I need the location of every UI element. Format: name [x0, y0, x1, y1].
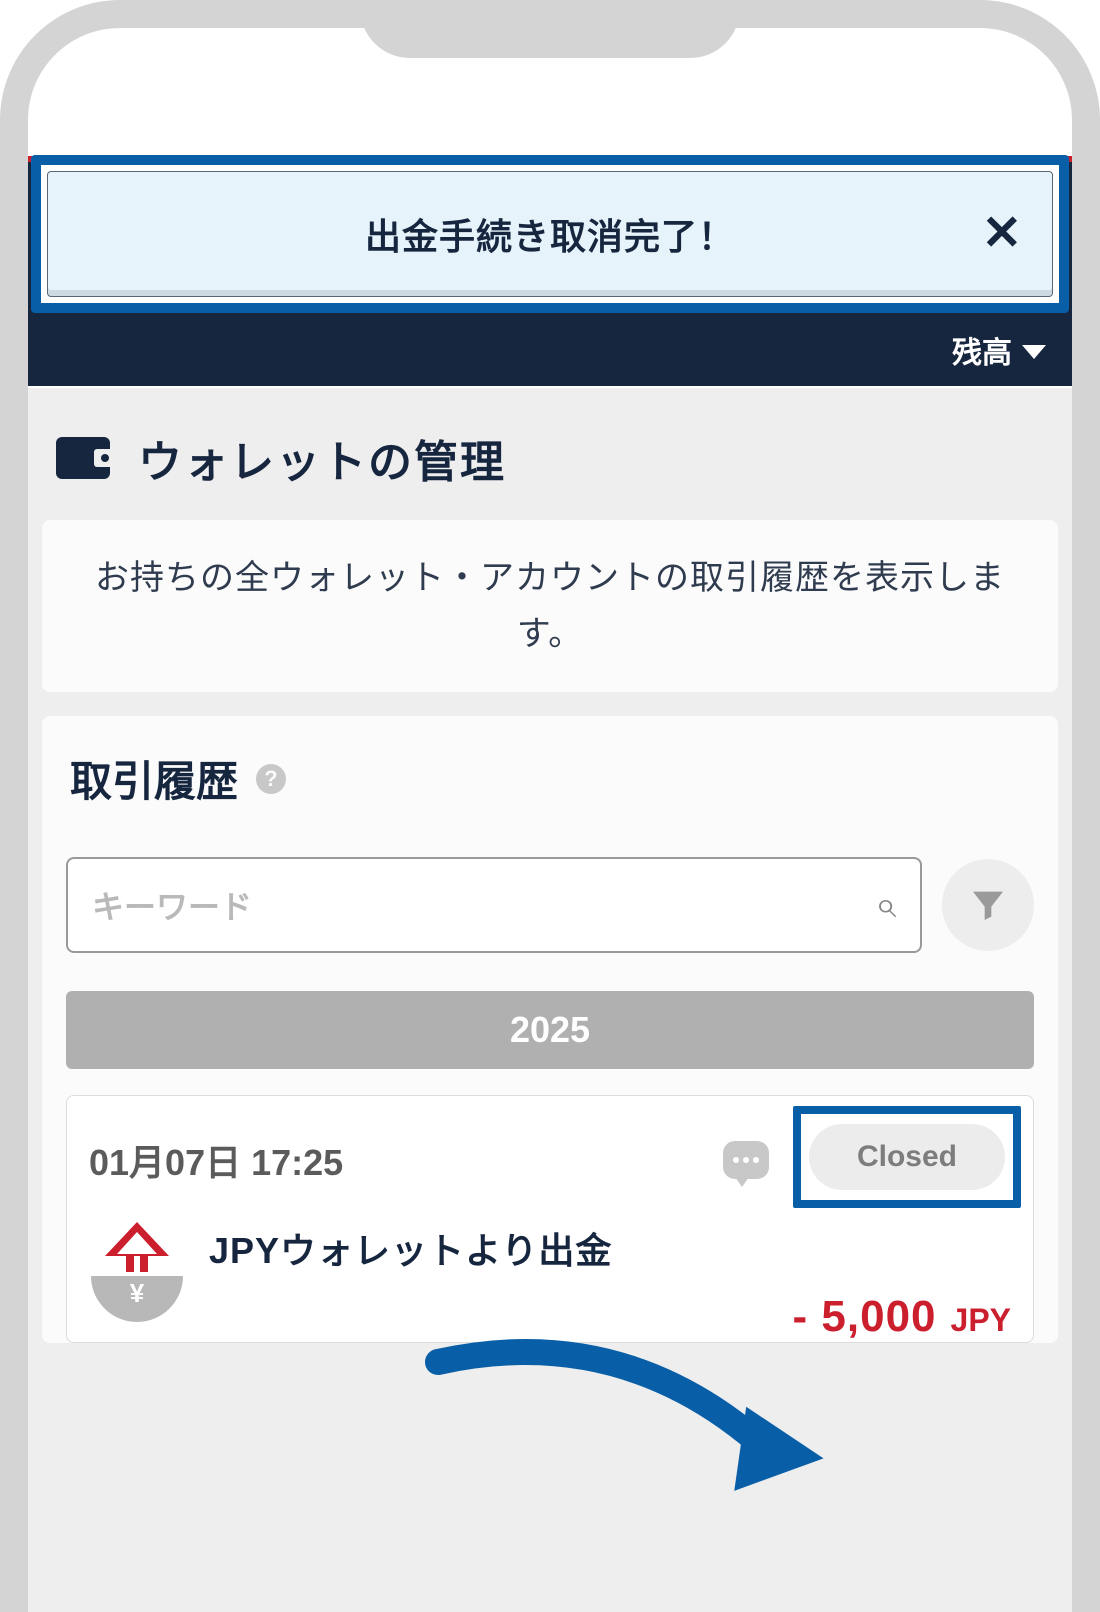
filter-icon	[968, 885, 1008, 925]
transaction-body: ¥ JPYウォレットより出金 - 5,000 JPY	[89, 1222, 1011, 1342]
transaction-label: JPYウォレットより出金	[209, 1222, 1011, 1274]
history-header: 取引履歴 ?	[66, 742, 1034, 837]
history-card: 取引履歴 ? キーワード ⌕ 2025 01月07日 17:25	[42, 716, 1058, 1343]
filter-button[interactable]	[942, 859, 1034, 951]
close-icon[interactable]: ✕	[982, 210, 1022, 258]
search-input[interactable]: キーワード ⌕	[66, 857, 922, 953]
yen-icon: ¥	[91, 1276, 183, 1322]
page-content: ウォレットの管理 お持ちの全ウォレット・アカウントの取引履歴を表示します。 取引…	[28, 388, 1072, 1612]
status-badge: Closed	[809, 1124, 1005, 1190]
search-icon: ⌕	[875, 884, 896, 927]
page-description: お持ちの全ウォレット・アカウントの取引履歴を表示します。	[70, 550, 1030, 662]
year-label: 2025	[510, 1009, 590, 1051]
transaction-header: 01月07日 17:25 Closed	[89, 1118, 1011, 1202]
chevron-down-icon	[1022, 345, 1046, 359]
notification-message: 出金手続き取消完了！	[365, 208, 735, 260]
page-title: ウォレットの管理	[138, 426, 506, 490]
transaction-date: 01月07日 17:25	[89, 1134, 705, 1186]
search-placeholder: キーワード	[92, 882, 252, 928]
help-icon[interactable]: ?	[256, 764, 286, 794]
annotation-arrow-icon	[418, 1332, 838, 1502]
balance-dropdown[interactable]: 残高	[952, 328, 1046, 372]
arrow-up-icon	[105, 1222, 169, 1256]
search-row: キーワード ⌕	[66, 857, 1034, 953]
page-header: ウォレットの管理	[28, 388, 1072, 520]
withdrawal-icon: ¥	[89, 1222, 185, 1322]
transaction-amount-row: - 5,000 JPY	[209, 1292, 1011, 1342]
transaction-item[interactable]: 01月07日 17:25 Closed ¥ JPYウォレットより出金	[66, 1095, 1034, 1343]
transaction-amount: - 5,000	[793, 1292, 937, 1342]
description-card: お持ちの全ウォレット・アカウントの取引履歴を表示します。	[42, 520, 1058, 692]
year-divider: 2025	[66, 991, 1034, 1069]
balance-label: 残高	[952, 328, 1012, 372]
status-highlight: Closed	[793, 1106, 1021, 1208]
comment-icon[interactable]	[723, 1141, 769, 1179]
history-title: 取引履歴	[70, 748, 238, 809]
transaction-currency: JPY	[951, 1302, 1011, 1339]
notification-highlight: 出金手続き取消完了！ ✕	[31, 155, 1069, 313]
notification-banner: 出金手続き取消完了！ ✕	[47, 171, 1053, 297]
wallet-icon	[56, 437, 110, 479]
